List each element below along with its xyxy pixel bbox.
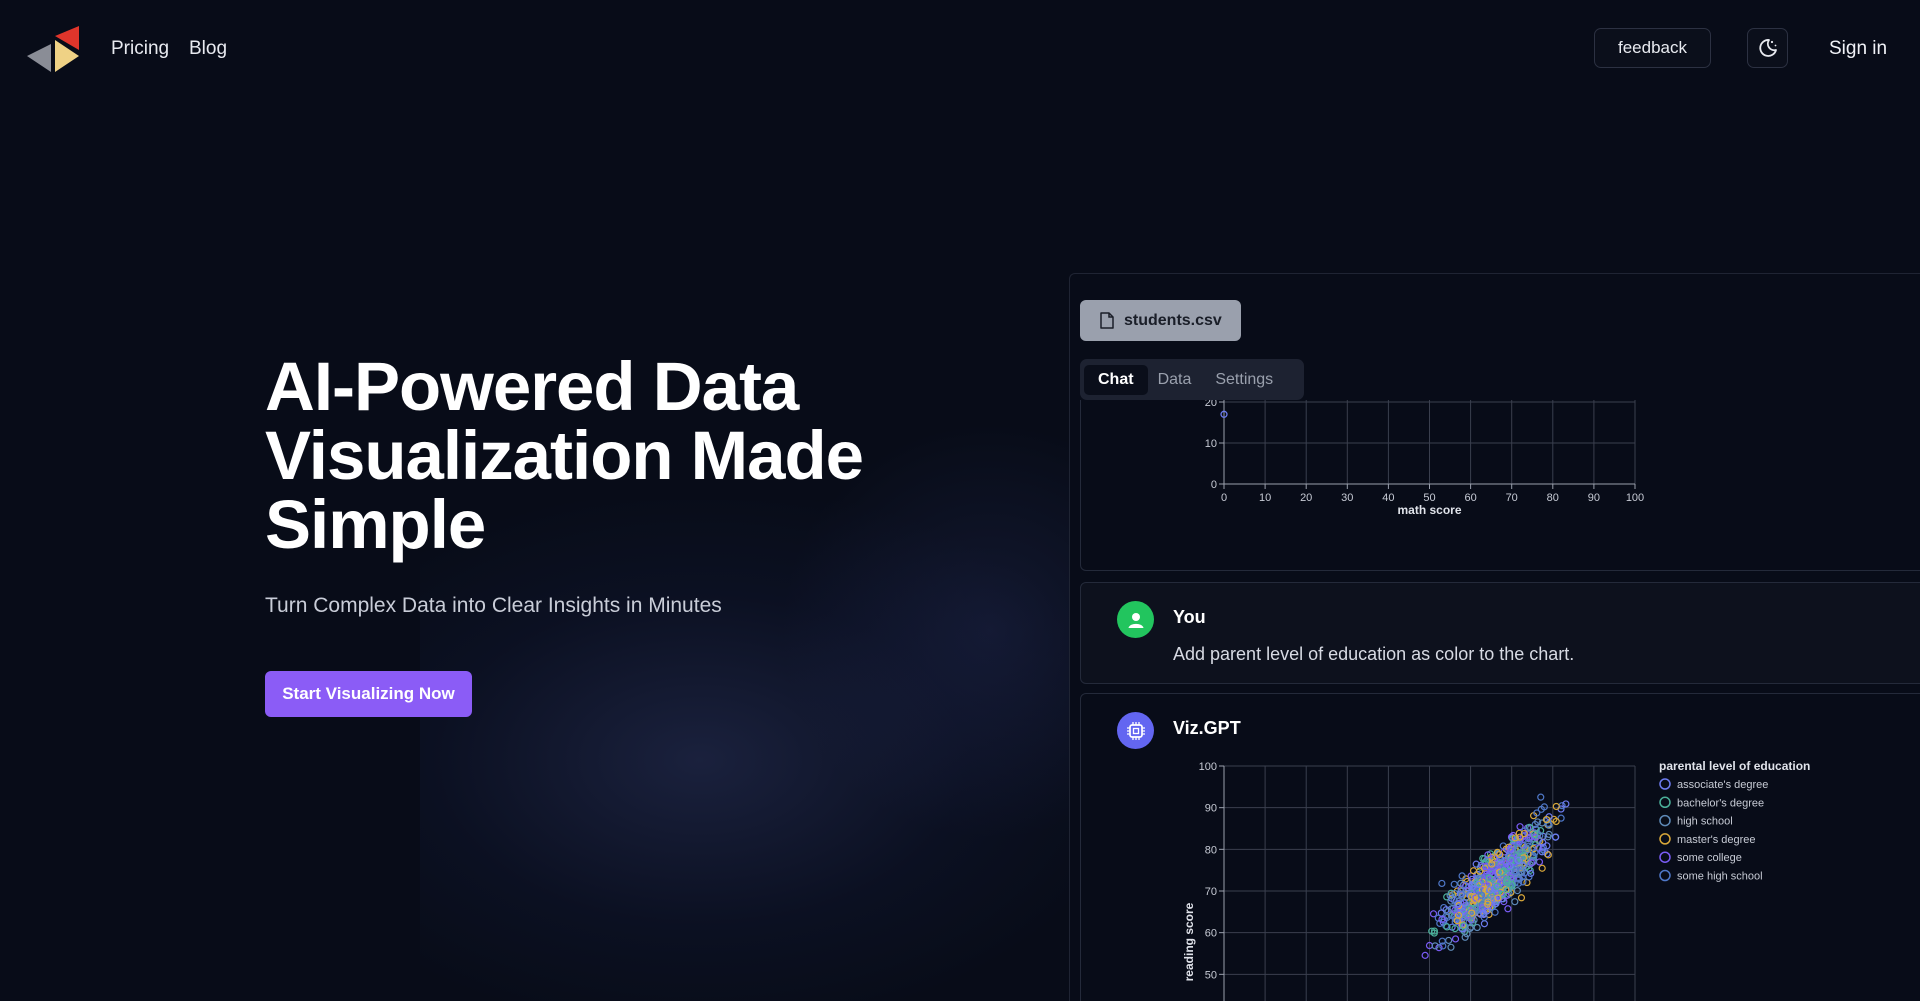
y-tick-label: 70 [1205, 886, 1217, 898]
chat-message-user: You Add parent level of education as col… [1080, 582, 1920, 684]
scatter-points [1421, 793, 1570, 959]
hero-subtitle: Turn Complex Data into Clear Insights in… [265, 594, 722, 617]
x-axis-label: math score [1397, 503, 1461, 517]
file-chip[interactable]: students.csv [1080, 300, 1241, 341]
chat-message-chart: 0 10 20 30 40 50 60 70 80 90 100 0 10 20 math score [1080, 397, 1920, 571]
x-tick-label: 70 [1506, 492, 1518, 504]
hero-title: AI-Powered Data Visualization Made Simpl… [265, 348, 864, 563]
user-avatar [1117, 601, 1154, 638]
legend-label: some college [1677, 852, 1742, 864]
y-tick-label: 80 [1205, 844, 1217, 856]
moon-stars-icon [1758, 39, 1777, 57]
file-icon [1100, 312, 1114, 329]
y-tick-label: 20 [1205, 400, 1217, 409]
reading-score-chart: 50 60 70 80 90 100 reading score parental level… [1182, 759, 1810, 1001]
x-tick-label: 30 [1341, 492, 1353, 504]
x-tick-label: 40 [1382, 492, 1394, 504]
y-tick-label: 0 [1211, 479, 1217, 491]
message-author: You [1173, 607, 1206, 627]
legend-label: master's degree [1677, 834, 1756, 846]
x-tick-label: 80 [1547, 492, 1559, 504]
theme-toggle-button[interactable] [1747, 28, 1788, 68]
data-point [1537, 793, 1545, 801]
user-icon [1128, 612, 1143, 628]
legend-label: some high school [1677, 871, 1763, 883]
nav-pricing-link[interactable]: Pricing [111, 38, 169, 60]
logo[interactable] [27, 26, 81, 74]
data-point [1469, 867, 1478, 875]
file-name: students.csv [1124, 311, 1222, 329]
x-tick-label: 10 [1259, 492, 1271, 504]
tab-chat[interactable]: Chat [1084, 364, 1148, 395]
tab-data[interactable]: Data [1148, 365, 1202, 395]
demo-panel: students.csv Chat Data Settings 0 10 20 30 4… [1069, 273, 1920, 1001]
feedback-button[interactable]: feedback [1594, 28, 1711, 68]
y-tick-label: 100 [1199, 761, 1217, 773]
data-point [1480, 920, 1489, 928]
legend-marker [1659, 778, 1671, 790]
y-tick-label: 90 [1205, 803, 1217, 815]
data-point [1504, 905, 1512, 913]
data-point [1517, 894, 1526, 902]
legend-label: high school [1677, 816, 1733, 828]
tab-settings[interactable]: Settings [1201, 365, 1287, 395]
x-tick-label: 100 [1626, 492, 1644, 504]
x-tick-label: 0 [1221, 492, 1227, 504]
data-point [1491, 908, 1499, 916]
data-point [1421, 951, 1429, 959]
data-point [1438, 879, 1446, 888]
legend-label: associate's degree [1677, 779, 1768, 791]
legend-label: bachelor's degree [1677, 797, 1764, 809]
y-tick-label: 10 [1205, 438, 1217, 450]
top-nav: Pricing Blog feedback Sign in [0, 0, 1920, 100]
legend-marker [1659, 851, 1671, 863]
legend-marker [1659, 833, 1671, 845]
chat-message-assistant: Viz.GPT 50 60 70 80 90 100 reading score parent… [1080, 693, 1920, 1001]
legend-title: parental level of education [1659, 759, 1810, 773]
data-point [1511, 898, 1519, 906]
data-point [1551, 833, 1560, 841]
data-point [1552, 802, 1560, 811]
y-axis-label: reading score [1182, 902, 1196, 981]
legend-marker [1659, 869, 1671, 882]
legend-marker [1659, 814, 1671, 827]
x-tick-label: 90 [1588, 492, 1600, 504]
x-tick-label: 20 [1300, 492, 1312, 504]
sign-in-link[interactable]: Sign in [1829, 38, 1887, 60]
math-score-chart: 0 10 20 30 40 50 60 70 80 90 10001020math score [1205, 397, 1644, 517]
message-text: Add parent level of education as color t… [1173, 644, 1575, 664]
data-point [1538, 864, 1546, 872]
y-tick-label: 60 [1205, 928, 1217, 940]
x-tick-label: 60 [1464, 492, 1476, 504]
y-tick-label: 50 [1205, 969, 1217, 981]
nav-blog-link[interactable]: Blog [189, 38, 227, 60]
data-point [1445, 936, 1453, 945]
legend-marker [1659, 796, 1671, 809]
data-point [1535, 858, 1544, 866]
data-point [1450, 880, 1458, 888]
data-point [1451, 935, 1460, 943]
data-point [1447, 943, 1455, 951]
panel-tabs: Chat Data Settings [1080, 359, 1304, 400]
start-visualizing-button[interactable]: Start Visualizing Now [265, 671, 472, 717]
